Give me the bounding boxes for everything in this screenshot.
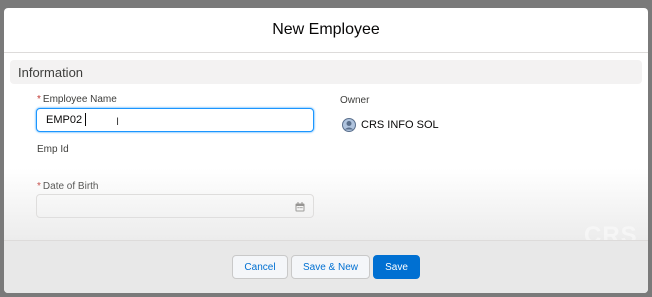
date-of-birth-input[interactable] (36, 194, 314, 218)
user-avatar-icon (342, 118, 356, 132)
new-employee-modal: New Employee Information * Employee Name … (4, 8, 648, 293)
cancel-button[interactable]: Cancel (232, 255, 288, 279)
emp-id-label: Emp Id (37, 144, 69, 155)
section-title: Information (18, 64, 84, 80)
save-and-new-button[interactable]: Save & New (291, 255, 370, 279)
modal-header: New Employee (4, 8, 648, 53)
employee-name-input[interactable]: EMP02 (36, 108, 314, 132)
calendar-icon[interactable] (295, 202, 305, 212)
required-mark: * (37, 181, 41, 192)
owner-name: CRS INFO SOL (361, 119, 439, 131)
save-button[interactable]: Save (373, 255, 420, 279)
text-caret (85, 113, 86, 126)
owner-label: Owner (340, 95, 370, 106)
owner-value[interactable]: CRS INFO SOL (342, 118, 439, 132)
modal-title: New Employee (272, 21, 380, 38)
employee-name-value: EMP02 (46, 114, 83, 126)
date-of-birth-label: * Date of Birth (37, 181, 99, 192)
employee-name-label: * Employee Name (37, 94, 117, 105)
information-section-header[interactable]: Information (10, 60, 642, 84)
text-cursor-icon: I (116, 116, 120, 128)
required-mark: * (37, 94, 41, 105)
